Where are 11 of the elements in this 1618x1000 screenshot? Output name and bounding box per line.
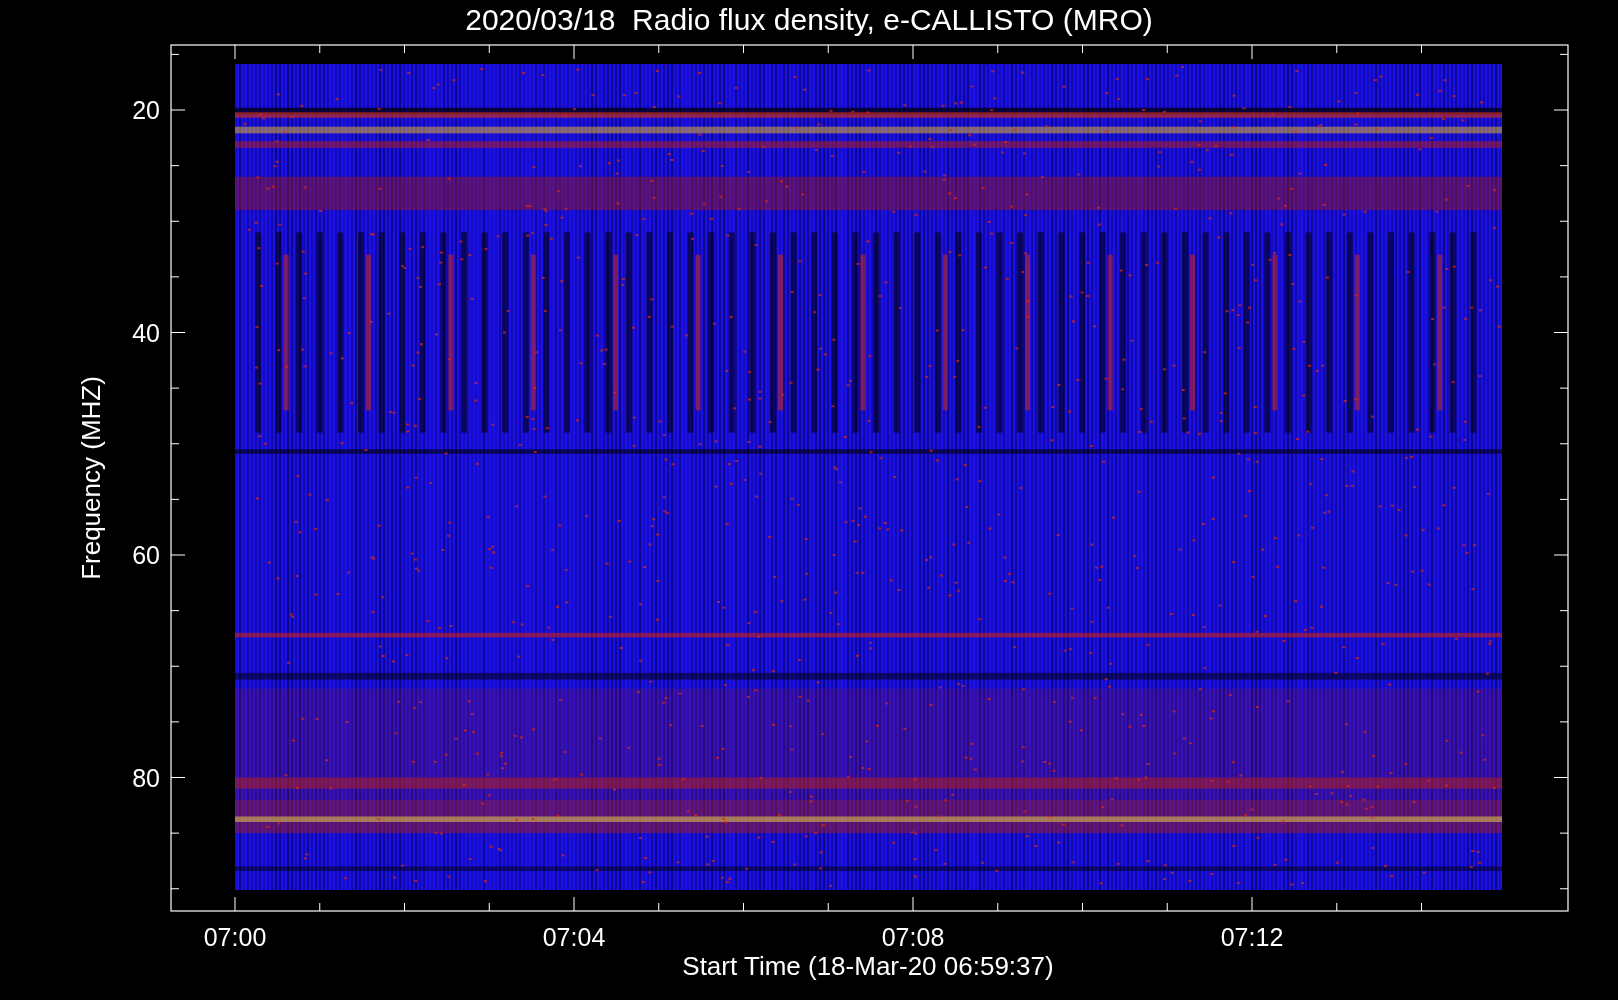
tick-label: 07:04 [542,923,606,951]
tick-label: 40 [132,318,160,347]
tick-label: 07:12 [1220,923,1284,951]
tick-label: 07:00 [203,923,267,951]
tick-label: 60 [132,541,160,569]
axis-label: Frequency (MHZ) [76,376,106,580]
chart-title: 2020/03/18 Radio flux density, e-CALLISTO (MRO) [465,3,1153,36]
axis-label: Start Time (18-Mar-20 06:59:37) [682,951,1054,981]
tick-label: 80 [132,763,160,792]
tick-label: 20 [132,96,160,124]
tick-label: 07:08 [881,923,945,951]
